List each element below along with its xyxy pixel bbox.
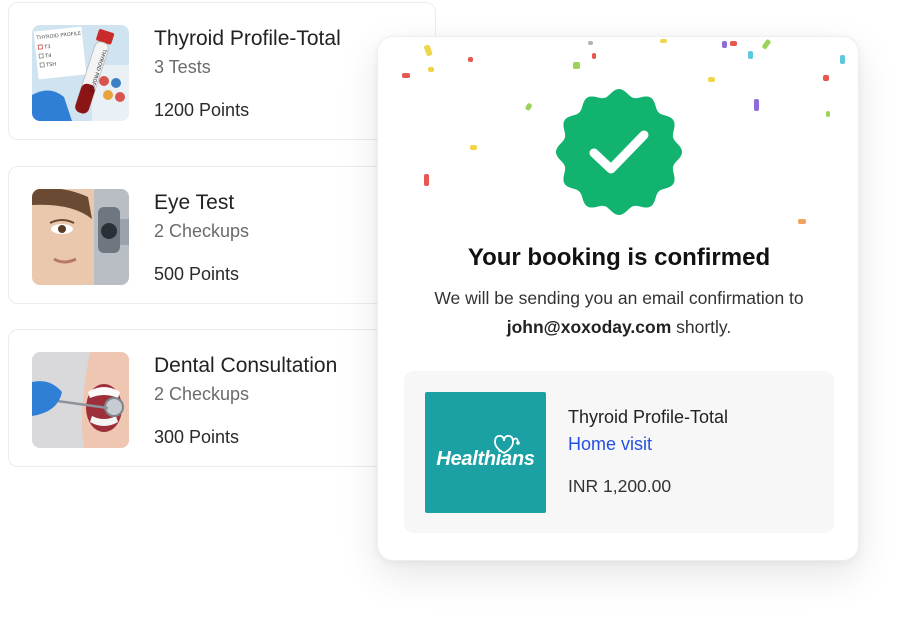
confirmation-message: We will be sending you an email confirma… bbox=[398, 284, 840, 342]
booking-title: Thyroid Profile-Total bbox=[568, 407, 729, 427]
test-card-eye[interactable]: Eye Test 2 Checkups 500 Points bbox=[8, 166, 436, 304]
checklist-item: T4 bbox=[44, 53, 52, 60]
test-count: 2 Checkups bbox=[154, 384, 250, 404]
booking-price: INR 1,200.00 bbox=[568, 476, 672, 496]
eye-test-image bbox=[32, 189, 129, 285]
test-card-thyroid[interactable]: THYROID PROFILE T3 T4 TSH THYROID PROFIL… bbox=[8, 2, 436, 140]
message-suffix: shortly. bbox=[671, 317, 732, 337]
test-title: Eye Test bbox=[154, 191, 235, 214]
thyroid-test-image: THYROID PROFILE T3 T4 TSH THYROID PROFIL… bbox=[32, 25, 129, 121]
confirmation-email: john@xoxoday.com bbox=[506, 317, 672, 337]
test-points: 1200 Points bbox=[154, 100, 250, 120]
checklist-item: TSH bbox=[45, 61, 57, 68]
booking-summary: Healthians Thyroid Profile-Total Home vi… bbox=[404, 371, 834, 533]
confirmation-heading: Your booking is confirmed bbox=[467, 244, 771, 271]
check-badge-icon bbox=[556, 89, 682, 215]
test-title: Dental Consultation bbox=[154, 354, 338, 377]
logo-text: Healthians bbox=[436, 448, 535, 470]
message-line: We will be sending you an email confirma… bbox=[434, 288, 804, 308]
test-count: 2 Checkups bbox=[154, 221, 250, 241]
healthians-logo: Healthians bbox=[425, 392, 546, 513]
dental-image bbox=[32, 352, 129, 448]
test-count: 3 Tests bbox=[154, 57, 211, 77]
test-points: 300 Points bbox=[154, 427, 240, 447]
visit-type-link[interactable]: Home visit bbox=[568, 434, 652, 455]
test-title: Thyroid Profile-Total bbox=[154, 27, 341, 50]
checklist-item: T3 bbox=[43, 44, 51, 51]
booking-confirmation-modal: Your booking is confirmed We will be sen… bbox=[377, 36, 859, 561]
test-points: 500 Points bbox=[154, 264, 240, 284]
test-card-dental[interactable]: Dental Consultation 2 Checkups 300 Point… bbox=[8, 329, 436, 467]
page: THYROID PROFILE T3 T4 TSH THYROID PROFIL… bbox=[0, 0, 901, 628]
